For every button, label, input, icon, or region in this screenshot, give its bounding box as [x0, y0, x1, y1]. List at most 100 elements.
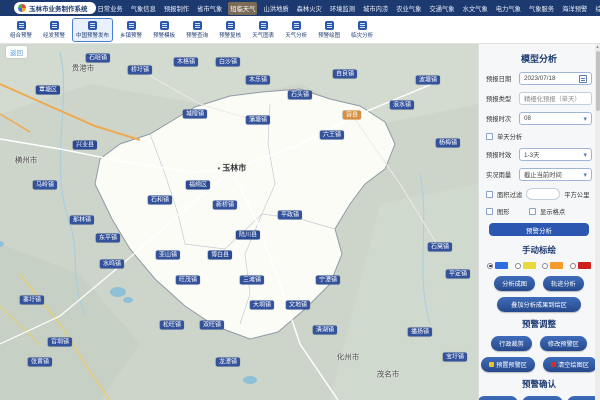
town-label[interactable]: 六王镇: [320, 131, 344, 140]
top-menu-item[interactable]: 日常业务: [96, 2, 125, 15]
town-label[interactable]: 亚山镇: [156, 251, 180, 260]
toolbar-item[interactable]: 中国预警发布: [72, 18, 113, 42]
town-label[interactable]: 石窝镇: [428, 243, 452, 252]
panel-scrollbar[interactable]: ▲: [595, 44, 600, 400]
top-menu-item[interactable]: 短临天气: [228, 2, 257, 15]
color-option-blue[interactable]: [487, 262, 508, 269]
top-menu-item[interactable]: 气象信息: [129, 2, 158, 15]
town-label[interactable]: 覃塘区: [36, 86, 60, 95]
top-menu-item[interactable]: 农业气象: [394, 2, 423, 15]
town-label[interactable]: 旺茂镇: [176, 276, 200, 285]
town-label[interactable]: 木乐镇: [246, 76, 270, 85]
forecast-time-select[interactable]: 08 ▾: [519, 112, 592, 125]
town-label[interactable]: 陆川县: [236, 231, 260, 240]
validity-select[interactable]: 1-3天 ▾: [519, 148, 592, 161]
top-menu-item[interactable]: 山洪地质: [261, 2, 290, 15]
scrollbar-thumb[interactable]: [596, 51, 600, 111]
forecast-date-input[interactable]: 2023/07/18: [519, 72, 592, 85]
town-label[interactable]: 蒲塘镇: [246, 116, 270, 125]
toolbar-item[interactable]: 组合预警: [6, 18, 36, 42]
track-analysis-button[interactable]: 轨迹分析: [543, 276, 584, 291]
toolbar-item[interactable]: 天气分析: [281, 18, 311, 42]
scroll-up-icon[interactable]: ▲: [595, 44, 600, 50]
top-menu-item[interactable]: 海洋预警: [560, 2, 589, 15]
top-menu-item[interactable]: 预报制作: [162, 2, 191, 15]
town-label[interactable]: 福绵区: [186, 181, 210, 190]
color-option-red[interactable]: [570, 262, 591, 269]
back-link[interactable]: 返回: [6, 46, 27, 58]
top-menu-item[interactable]: 环境监测: [328, 2, 357, 15]
top-menu-item[interactable]: 水文气象: [461, 2, 490, 15]
grid-checkbox[interactable]: [529, 208, 536, 215]
town-label[interactable]: 平政镇: [278, 211, 302, 220]
town-label[interactable]: 白沙镇: [216, 58, 240, 67]
town-label[interactable]: 石和镇: [148, 196, 172, 205]
modify-warning-area-button[interactable]: 修改预警区: [540, 336, 587, 351]
town-label[interactable]: 波塘镇: [416, 76, 440, 85]
town-label[interactable]: 文地镇: [286, 301, 310, 310]
toolbar-item[interactable]: 天气图表: [248, 18, 278, 42]
town-label[interactable]: 石咀镇: [86, 54, 110, 63]
town-label[interactable]: 马岭镇: [33, 181, 57, 190]
town-label[interactable]: 松旺镇: [160, 321, 184, 330]
color-radio[interactable]: [570, 263, 576, 269]
town-label[interactable]: 容县: [343, 111, 361, 120]
warning-analysis-button[interactable]: 预警分析: [489, 223, 589, 236]
town-label[interactable]: 新桥镇: [213, 201, 237, 210]
town-label[interactable]: 水鸣镇: [100, 260, 124, 269]
toolbar-item[interactable]: 经发预警: [39, 18, 69, 42]
graphic-checkbox[interactable]: [486, 208, 493, 215]
single-day-checkbox[interactable]: [486, 133, 493, 140]
color-radio[interactable]: [487, 263, 493, 269]
town-label[interactable]: 宁潭镇: [316, 276, 340, 285]
town-label[interactable]: 平定镇: [446, 270, 470, 279]
calendar-icon[interactable]: [579, 75, 587, 83]
town-label[interactable]: 浪水镇: [390, 101, 414, 110]
area-filter-input[interactable]: [526, 188, 560, 200]
top-menu-item[interactable]: 城市内涝: [361, 2, 390, 15]
overlay-result-button[interactable]: 叠加分析成果到绘区: [497, 297, 581, 312]
rain-select[interactable]: 截止当前时间 ▾: [519, 168, 592, 181]
top-menu-item[interactable]: 电力气象: [494, 2, 523, 15]
top-menu-item[interactable]: 省市气象: [195, 2, 224, 15]
top-menu-item[interactable]: 气象服务: [527, 2, 556, 15]
admin-clip-button[interactable]: 行政裁剪: [491, 336, 532, 351]
town-label[interactable]: 石头镇: [288, 91, 312, 100]
town-label[interactable]: 三滩镇: [240, 276, 264, 285]
app-logo[interactable]: 玉林市业务制作系统: [14, 2, 96, 14]
town-label[interactable]: 自良镇: [333, 70, 357, 79]
color-radio[interactable]: [515, 263, 521, 269]
top-menu-item[interactable]: 森林火灾: [295, 2, 324, 15]
town-label[interactable]: 那林镇: [70, 216, 94, 225]
preset-warning-area-button[interactable]: 预置预警区: [481, 357, 535, 372]
toolbar-item[interactable]: 预警查询: [182, 18, 212, 42]
top-menu-item[interactable]: 交通气象: [427, 2, 456, 15]
town-label[interactable]: 寨圩镇: [20, 296, 44, 305]
town-label[interactable]: 东平镇: [96, 234, 120, 243]
town-label[interactable]: 张黄镇: [28, 358, 52, 367]
town-label[interactable]: 龙潭镇: [216, 358, 240, 367]
toolbar-item[interactable]: 临灾分析: [347, 18, 377, 42]
town-label[interactable]: 城隍镇: [183, 110, 207, 119]
forecast-type-input[interactable]: 精细化预报（单天）: [519, 92, 592, 105]
color-radio[interactable]: [542, 263, 548, 269]
color-option-orange[interactable]: [542, 262, 563, 269]
toolbar-item[interactable]: 预警复核: [215, 18, 245, 42]
submit-warning-area-button[interactable]: 提交预警区: [522, 396, 563, 400]
town-label[interactable]: 播扬镇: [408, 328, 432, 337]
analysis-to-map-button[interactable]: 分析成图: [494, 276, 535, 291]
town-label[interactable]: 杨梅镇: [436, 139, 460, 148]
town-label[interactable]: 官垌镇: [48, 338, 72, 347]
toolbar-item[interactable]: 预警绘图: [314, 18, 344, 42]
town-label[interactable]: 博白县: [208, 251, 232, 260]
draw-area-confirm-button[interactable]: 绘图区确认: [478, 396, 518, 400]
town-label[interactable]: 大垌镇: [250, 301, 274, 310]
town-label[interactable]: 宝圩镇: [443, 353, 467, 362]
town-label[interactable]: 木格镇: [174, 58, 198, 67]
town-label[interactable]: 桥圩镇: [128, 66, 152, 75]
color-option-yellow[interactable]: [515, 262, 536, 269]
town-label[interactable]: 兴业县: [73, 141, 97, 150]
area-filter-checkbox[interactable]: [486, 191, 493, 198]
town-label[interactable]: 清湖镇: [313, 326, 337, 335]
top-menu-item[interactable]: 综合管理: [593, 2, 600, 15]
